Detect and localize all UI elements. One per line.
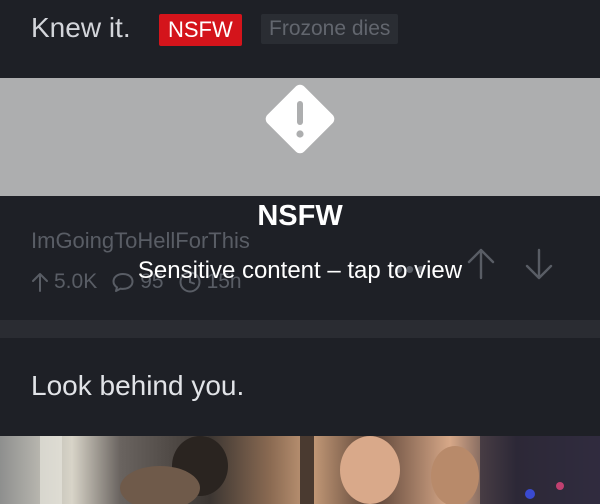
arrow-up-icon[interactable] <box>466 247 496 281</box>
upvote-count: 5.0K <box>31 270 97 294</box>
post-divider <box>0 320 600 338</box>
nsfw-overlay-subtitle[interactable]: Sensitive content – tap to view <box>130 255 470 287</box>
photo-content <box>0 436 600 504</box>
post-thumbnail-image[interactable] <box>0 436 600 504</box>
warning-icon <box>265 84 335 154</box>
post-title[interactable]: Knew it. <box>31 12 131 44</box>
post-title-row[interactable]: Knew it. NSFW Frozone dies <box>0 0 600 66</box>
nsfw-badge: NSFW <box>159 14 242 46</box>
upvote-icon <box>32 273 48 292</box>
post-flair[interactable]: Frozone dies <box>261 14 399 44</box>
arrow-down-icon[interactable] <box>524 247 554 281</box>
nsfw-overlay-title[interactable]: NSFW <box>0 200 600 233</box>
post-title[interactable]: Look behind you. <box>31 370 244 402</box>
upvote-value: 5.0K <box>54 270 98 293</box>
